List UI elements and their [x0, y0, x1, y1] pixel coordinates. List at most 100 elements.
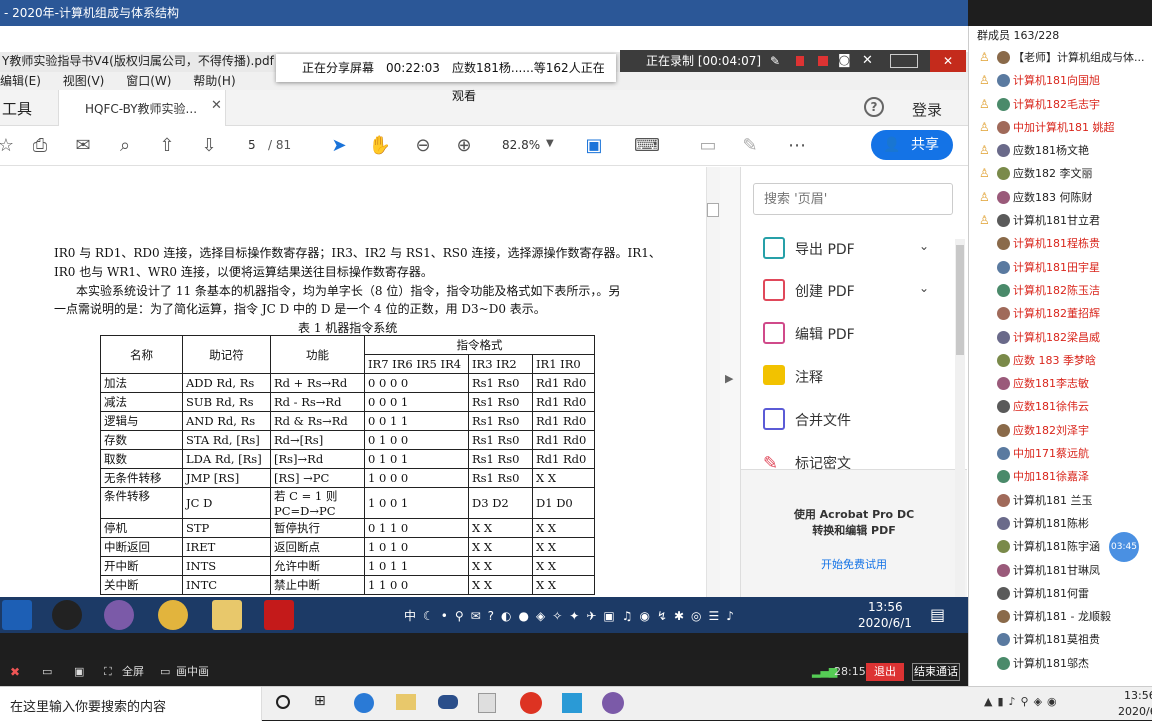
panel-search-input[interactable] [753, 183, 953, 215]
exit-button[interactable]: 退出 [866, 663, 904, 681]
add-user-icon: 👤 [883, 137, 901, 153]
combine-files-item[interactable]: 合并文件 [761, 408, 951, 432]
stop-icon[interactable] [818, 56, 828, 66]
chevron-down-icon[interactable]: ⌄ [919, 239, 929, 253]
help-icon[interactable]: ? [864, 97, 884, 117]
meeting-gap [0, 633, 968, 660]
member-item[interactable]: ♙ 【老师】计算机组成与体... [969, 46, 1152, 69]
camera-icon[interactable]: ◙ [838, 50, 851, 72]
pause-icon[interactable] [796, 56, 804, 66]
chat-icon[interactable]: ▣ [74, 660, 84, 684]
system-tray-icons[interactable]: 中☾•⚲✉?◐●◈✧✦✈▣♫◉↯✱◎☰♪ [404, 607, 741, 624]
member-item[interactable]: 计算机181邬杰 [969, 652, 1152, 675]
avatar [997, 377, 1010, 391]
row-format-high: 1 0 0 0 [364, 468, 469, 488]
task-view-icon[interactable]: ⊞ [314, 693, 326, 709]
avatar [997, 74, 1010, 88]
timer-badge[interactable]: 03:45 [1109, 532, 1139, 562]
user-icon: ♙ [979, 189, 990, 204]
app-icon[interactable] [602, 692, 624, 714]
netease-music-icon[interactable] [520, 692, 542, 714]
collapse-panel-icon[interactable]: ▶ [725, 372, 733, 385]
share-button[interactable]: 👤 共享 [871, 130, 953, 160]
member-list[interactable]: ♙ 【老师】计算机组成与体... ♙ 计算机181向国旭 ♙ 计算机182毛志宇 ♙ 中加计算… [969, 46, 1152, 675]
notification-icon[interactable]: ▤ [930, 605, 945, 624]
chevron-down-icon[interactable]: ⌄ [919, 281, 929, 295]
tools-panel: 导出 PDF ⌄ 创建 PDF ⌄ 编辑 PDF 注释 合并文件 ✎ 标记密文 … [740, 167, 967, 597]
member-item[interactable]: ♙ 应数183 何陈财 [969, 186, 1152, 209]
member-item[interactable]: 应数182刘泽宇 [969, 419, 1152, 442]
clock-date: 2020/6/ [1118, 705, 1152, 718]
close-icon[interactable]: ✕ [862, 50, 873, 72]
combine-files-icon [763, 408, 785, 430]
row-format-low: X X [532, 556, 595, 576]
member-item[interactable]: 应数181徐伟云 [969, 395, 1152, 418]
member-item[interactable]: 计算机182梁昌威 [969, 326, 1152, 349]
sogou-icon[interactable] [354, 693, 374, 713]
row-mnemonic: INTC [182, 575, 271, 595]
taskbar-search-text[interactable]: 在这里输入你要搜索的内容 [10, 696, 166, 715]
edit-pdf-item[interactable]: 编辑 PDF [761, 322, 951, 346]
acrobat-icon[interactable] [264, 600, 294, 630]
member-item[interactable]: 计算机182陈玉洁 [969, 279, 1152, 302]
member-item[interactable]: 计算机181程栋贵 [969, 232, 1152, 255]
member-item[interactable]: 计算机181田宇星 [969, 256, 1152, 279]
member-name: 中加计算机181 姚超 [1013, 120, 1115, 134]
system-tray-icons[interactable]: ▲▮♪⚲◈◉ [984, 695, 1062, 708]
free-trial-link[interactable]: 开始免费试用 [741, 556, 967, 572]
row-mnemonic: ADD Rd, Rs [182, 373, 271, 393]
row-function: [RS] →PC [270, 468, 365, 488]
share-screen-icon[interactable]: ▭ [42, 660, 52, 684]
qq-icon[interactable] [52, 600, 82, 630]
member-item[interactable]: 计算机182董招辉 [969, 302, 1152, 325]
member-item[interactable]: 中加181徐嘉泽 [969, 465, 1152, 488]
member-item[interactable]: 应数181李志敏 [969, 372, 1152, 395]
member-item[interactable]: ♙ 计算机182毛志宇 [969, 93, 1152, 116]
explorer-icon[interactable] [396, 694, 416, 710]
window-close-icon[interactable]: ✕ [930, 50, 966, 72]
member-item[interactable]: 计算机181 - 龙顺毅 [969, 605, 1152, 628]
fullscreen-button[interactable]: 全屏 [122, 660, 144, 684]
login-button[interactable]: 登录 [912, 99, 942, 120]
app-icon[interactable] [104, 600, 134, 630]
member-item[interactable]: ♙ 应数181杨文艳 [969, 139, 1152, 162]
member-item[interactable]: 计算机181 兰玉 [969, 489, 1152, 512]
mute-icon[interactable]: ✖ [10, 660, 20, 684]
member-item[interactable]: 应数 183 季梦晗 [969, 349, 1152, 372]
cortana-icon[interactable] [276, 695, 290, 709]
folder-icon[interactable] [212, 600, 242, 630]
row-format-high: 1 0 1 1 [364, 556, 469, 576]
panel-scrollbar-thumb[interactable] [956, 245, 964, 355]
create-pdf-item[interactable]: 创建 PDF ⌄ [761, 279, 951, 303]
fullscreen-icon[interactable]: ⛶ [104, 660, 112, 684]
member-item[interactable]: ♙ 中加计算机181 姚超 [969, 116, 1152, 139]
member-item[interactable]: 计算机181何雷 [969, 582, 1152, 605]
app-icon[interactable] [438, 695, 458, 709]
app-icon[interactable] [562, 693, 582, 713]
end-call-button[interactable]: 结束通话 [912, 663, 960, 681]
pen-icon[interactable]: ✎ [770, 50, 780, 72]
file-icon[interactable] [478, 693, 496, 713]
panel-scrollbar[interactable] [955, 239, 965, 597]
pen-icon[interactable]: ✎ [738, 134, 762, 158]
more-icon[interactable]: ⋯ [785, 134, 809, 158]
member-item[interactable]: ♙ 计算机181向国旭 [969, 69, 1152, 92]
restore-icon[interactable] [890, 54, 918, 68]
pip-button[interactable]: 画中画 [176, 660, 209, 684]
share-status: 正在分享屏幕 [302, 61, 375, 75]
row-format-mid: X X [468, 537, 533, 557]
comment-item[interactable]: 注释 [761, 365, 951, 389]
table-row: 中断返回 IRET 返回断点 1 0 1 0X XX X [100, 537, 595, 557]
scrollbar-thumb[interactable] [707, 203, 719, 217]
member-item[interactable]: ♙ 计算机181甘立君 [969, 209, 1152, 232]
export-pdf-item[interactable]: 导出 PDF ⌄ [761, 237, 951, 261]
document-scrollbar[interactable] [706, 167, 720, 597]
member-item[interactable]: 中加171蔡远航 [969, 442, 1152, 465]
pip-icon[interactable]: ▭ [160, 660, 170, 684]
word-icon[interactable] [2, 600, 32, 630]
member-item[interactable]: 计算机181莫祖贵 [969, 628, 1152, 651]
member-item[interactable]: 计算机181甘琳凤 [969, 559, 1152, 582]
screen-share-status-bar: 正在分享屏幕 00:22:03 应数181杨......等162人正在观看 [276, 54, 616, 103]
chrome-icon[interactable] [158, 600, 188, 630]
member-item[interactable]: ♙ 应数182 李文丽 [969, 162, 1152, 185]
